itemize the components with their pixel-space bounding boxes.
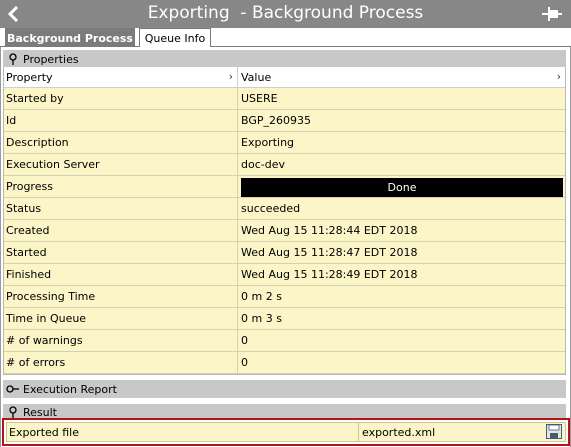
- tab-background-process[interactable]: Background Process: [5, 28, 135, 47]
- chevron-right-icon: ›: [556, 70, 561, 83]
- property-value: 0: [241, 334, 248, 347]
- property-name: Started: [4, 242, 238, 263]
- title-bar: Exporting - Background Process: [0, 0, 571, 28]
- expand-icon: [6, 382, 20, 396]
- property-name: Processing Time: [4, 286, 238, 307]
- property-value: 0: [241, 356, 248, 369]
- table-row-warnings[interactable]: # of warnings 0: [4, 330, 565, 352]
- table-row-started[interactable]: Started Wed Aug 15 11:28:47 EDT 2018: [4, 242, 565, 264]
- property-name: Progress: [4, 176, 238, 197]
- property-name: Finished: [4, 264, 238, 285]
- property-value: doc-dev: [241, 158, 285, 171]
- property-value: USERE: [241, 92, 278, 105]
- window-title: Exporting - Background Process: [147, 3, 424, 23]
- pin-icon: [542, 7, 562, 21]
- property-name: Started by: [4, 88, 238, 109]
- column-header-label: Value: [241, 71, 272, 84]
- property-name: Status: [4, 198, 238, 219]
- table-row-status[interactable]: Status succeeded: [4, 198, 565, 220]
- property-name: Created: [4, 220, 238, 241]
- property-name: # of warnings: [4, 330, 238, 351]
- property-value: 0 m 2 s: [241, 290, 282, 303]
- pin-button[interactable]: [541, 5, 563, 23]
- column-divider: [358, 423, 359, 441]
- property-value: Exporting: [241, 136, 295, 149]
- column-header-label: Property: [6, 71, 53, 84]
- property-value: Wed Aug 15 11:28:44 EDT 2018: [241, 224, 418, 237]
- result-row-highlight: Exported file exported.xml: [2, 418, 570, 446]
- result-section-title: Result: [23, 405, 57, 419]
- table-row-processing-time[interactable]: Processing Time 0 m 2 s: [4, 286, 565, 308]
- table-row-exported-file[interactable]: Exported file exported.xml: [6, 422, 566, 442]
- properties-section-header[interactable]: Properties: [3, 50, 566, 68]
- tab-queue-info[interactable]: Queue Info: [139, 28, 211, 47]
- properties-table: Property › Value › Started by USERE Id B…: [3, 67, 566, 375]
- execution-report-section-header[interactable]: Execution Report: [3, 380, 566, 398]
- tab-strip: Background Process Queue Info: [0, 28, 571, 47]
- property-name: Description: [4, 132, 238, 153]
- collapse-icon: [6, 52, 20, 66]
- save-icon: [546, 424, 562, 439]
- table-row-progress[interactable]: Progress Done: [4, 176, 565, 198]
- table-row-started-by[interactable]: Started by USERE: [4, 88, 565, 110]
- property-name: Id: [4, 110, 238, 131]
- chevron-right-icon: ›: [228, 70, 233, 83]
- table-row-errors[interactable]: # of errors 0: [4, 352, 565, 374]
- progress-cell: Done: [239, 176, 565, 197]
- table-row-time-in-queue[interactable]: Time in Queue 0 m 3 s: [4, 308, 565, 330]
- table-header: Property › Value ›: [4, 67, 565, 88]
- table-row-finished[interactable]: Finished Wed Aug 15 11:28:49 EDT 2018: [4, 264, 565, 286]
- table-row-id[interactable]: Id BGP_260935: [4, 110, 565, 132]
- property-value: 0 m 3 s: [241, 312, 282, 325]
- save-button[interactable]: [546, 424, 562, 439]
- progress-bar: Done: [241, 178, 563, 197]
- table-row-created[interactable]: Created Wed Aug 15 11:28:44 EDT 2018: [4, 220, 565, 242]
- column-header-property[interactable]: Property ›: [4, 67, 238, 88]
- column-header-value[interactable]: Value ›: [239, 67, 565, 88]
- property-value: Wed Aug 15 11:28:49 EDT 2018: [241, 268, 418, 281]
- collapse-icon: [6, 405, 20, 419]
- property-name: Exported file: [9, 425, 80, 439]
- status-value: succeeded: [241, 202, 301, 215]
- table-row-execution-server[interactable]: Execution Server doc-dev: [4, 154, 565, 176]
- exported-file-value[interactable]: exported.xml: [362, 423, 435, 441]
- property-name: Time in Queue: [4, 308, 238, 329]
- table-row-description[interactable]: Description Exporting: [4, 132, 565, 154]
- properties-section-title: Properties: [23, 52, 79, 66]
- property-name: Execution Server: [4, 154, 238, 175]
- property-value: BGP_260935: [241, 114, 312, 127]
- property-value: Wed Aug 15 11:28:47 EDT 2018: [241, 246, 418, 259]
- property-name: # of errors: [4, 352, 238, 373]
- execution-report-section-title: Execution Report: [23, 382, 117, 396]
